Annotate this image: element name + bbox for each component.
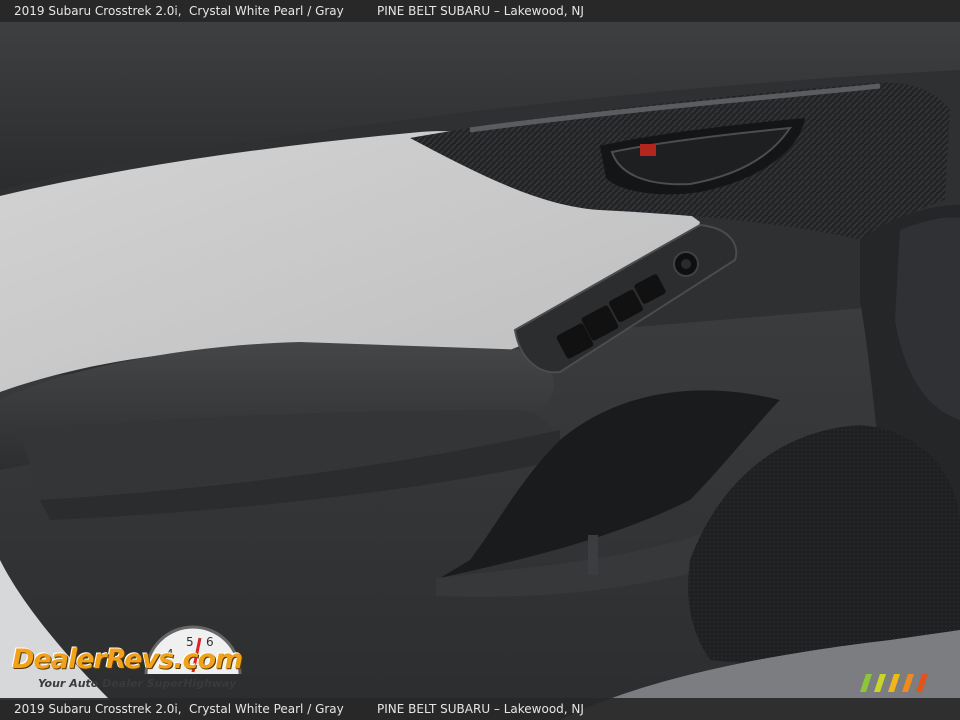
caption-color: Crystal White Pearl / Gray	[189, 4, 344, 18]
caption-dealer-bottom: PINE BELT SUBARU – Lakewood, NJ	[377, 702, 584, 716]
stripe-mark	[902, 674, 914, 692]
stripe-mark	[916, 674, 928, 692]
stripe-mark	[888, 674, 900, 692]
stripe-mark	[860, 674, 872, 692]
watermark-logo: 4 5 6 DealerRevs.com Your Auto Dealer Su…	[10, 622, 280, 696]
stripe-mark	[874, 674, 886, 692]
lock-indicator	[640, 144, 656, 156]
caption-model-bottom: 2019 Subaru Crosstrek 2.0i,	[14, 702, 182, 716]
watermark-tagline: Your Auto Dealer SuperHighway	[38, 677, 237, 690]
door-panel-photo	[0, 0, 960, 720]
watermark-brand: DealerRevs.com	[12, 644, 243, 675]
caption-model: 2019 Subaru Crosstrek 2.0i,	[14, 4, 182, 18]
stripes-logo-icon	[860, 674, 928, 692]
caption-dealer: PINE BELT SUBARU – Lakewood, NJ	[377, 4, 584, 18]
caption-bar-top: 2019 Subaru Crosstrek 2.0i, Crystal Whit…	[0, 0, 960, 22]
caption-bar-bottom: 2019 Subaru Crosstrek 2.0i, Crystal Whit…	[0, 698, 960, 720]
caption-color-bottom: Crystal White Pearl / Gray	[189, 702, 344, 716]
photo-stage: 2019 Subaru Crosstrek 2.0i, Crystal Whit…	[0, 0, 960, 720]
